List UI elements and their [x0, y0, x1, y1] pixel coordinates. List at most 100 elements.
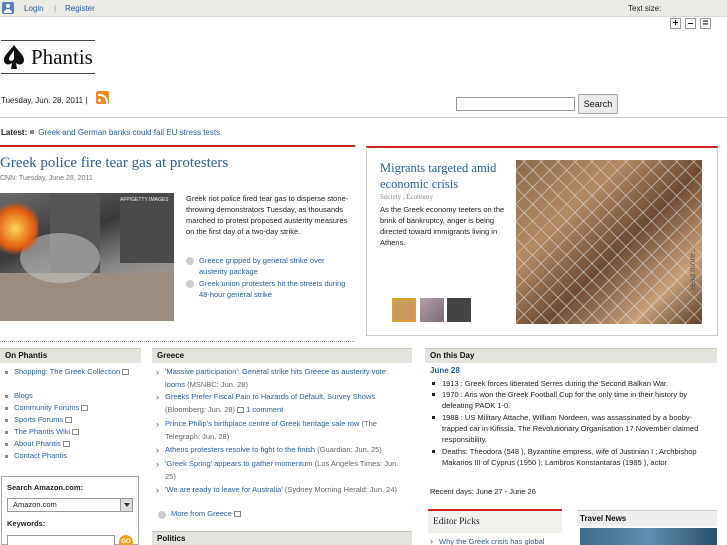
register-link[interactable]: Register	[65, 4, 95, 13]
politics-header: Politics	[152, 531, 412, 545]
latest-ticker: Latest: Greek and German banks could fail…	[1, 128, 220, 137]
related-link[interactable]: Greek union protesters hit the streets d…	[186, 278, 354, 300]
amazon-search-label: Search Amazon.com:	[7, 483, 83, 492]
photo-fence	[516, 160, 702, 324]
feature-thumbnail-1[interactable]	[392, 298, 416, 322]
sidebar-item-blogs[interactable]: Blogs	[5, 390, 141, 402]
lead-story-summary: Greek riot police fired tear gas to disp…	[186, 194, 349, 236]
news-item: 'Massive participation': General strike …	[156, 366, 401, 391]
travel-news-image[interactable]	[580, 528, 717, 545]
external-link-icon	[122, 369, 130, 376]
editor-pick-link[interactable]: Why the Greek crisis has global	[430, 536, 544, 545]
on-this-day-item: 1988 : US Military Attache, William Nord…	[430, 412, 712, 445]
photo-fire	[0, 201, 38, 256]
text-size-decrease-button[interactable]: –	[685, 18, 696, 29]
comments-link[interactable]: 1 comment	[246, 405, 283, 414]
external-link-icon	[233, 511, 241, 518]
site-logo[interactable]: Phantis	[1, 40, 95, 74]
sidebar-item-shopping[interactable]: Shopping: The Greek Collection	[5, 366, 141, 378]
lead-story-photo[interactable]: AFP/GETTY IMAGES	[0, 193, 174, 321]
travel-news-header: Travel News	[577, 510, 717, 526]
more-from-greece-link[interactable]: More from Greece	[158, 509, 241, 519]
logo-text: Phantis	[31, 45, 93, 69]
sidebar-item-label: Shopping: The Greek Collection	[14, 367, 121, 376]
read-more-link[interactable]: read more ...	[688, 245, 697, 290]
photo-street	[0, 273, 174, 321]
login-link[interactable]: Login	[24, 4, 44, 13]
news-link[interactable]: Greeks Prefer Fiscal Pain to Hazards of …	[165, 392, 375, 401]
news-item: 'Greek Spring' appears to gather momentu…	[156, 458, 401, 483]
greece-header: Greece	[152, 348, 412, 363]
latest-headline-link[interactable]: Greek and German banks could fail EU str…	[38, 128, 220, 137]
news-link[interactable]: 'We are ready to leave for Australia'	[165, 485, 283, 494]
comment-icon	[237, 406, 245, 413]
more-label: More from Greece	[171, 509, 232, 518]
text-size-reset-button[interactable]: =	[700, 18, 711, 29]
sidebar-item-community-forums[interactable]: Community Forums	[5, 402, 141, 414]
sidebar-item-label: About Phantis	[14, 439, 61, 448]
select-value: Amazon.com	[13, 500, 57, 509]
news-source: (Guardian: Jun. 25)	[315, 445, 382, 454]
on-this-day-item: Deaths: Theodora (548 ), Byzantine empre…	[430, 446, 712, 468]
sidebar-item-label: The Phantis Wiki	[14, 427, 71, 436]
current-date: Tuesday, Jun. 28, 2011 |	[1, 96, 88, 105]
news-source: (Bloomberg: Jun. 28)	[165, 404, 236, 414]
feature-thumbnail-3[interactable]	[447, 298, 471, 322]
news-source: (Sydney Morning Herald: Jun. 24)	[282, 485, 398, 494]
lead-story-title[interactable]: Greek police fire tear gas at protesters	[0, 155, 228, 172]
lead-story-source: CNN: Tuesday, June 28, 2011	[0, 175, 93, 182]
divider	[0, 117, 727, 118]
news-item: 'We are ready to leave for Australia' (S…	[156, 484, 401, 497]
news-link[interactable]: Prince Philip's birthplace centre of Gre…	[165, 419, 359, 428]
feature-summary: As the Greek economy teeters on the brin…	[380, 205, 505, 247]
news-source: (MSNBC: Jun. 28)	[185, 379, 248, 389]
on-this-day-item: 1913 : Greek forces liberated Serres dur…	[430, 378, 712, 389]
sidebar-item-sports-forums[interactable]: Sports Forums	[5, 414, 141, 426]
sidebar-item-contact[interactable]: Contact Phantis	[5, 450, 141, 462]
news-link[interactable]: 'Greek Spring' appears to gather momentu…	[165, 459, 313, 468]
keywords-label: Keywords:	[7, 519, 46, 528]
on-this-day-date[interactable]: June 28	[430, 366, 460, 375]
top-bar	[0, 0, 727, 17]
editor-picks-header: Editor Picks	[428, 509, 562, 533]
external-link-icon	[62, 441, 70, 448]
sidebar-item-label: Community Forums	[14, 403, 80, 412]
sidebar-item-wiki[interactable]: The Phantis Wiki	[5, 426, 141, 438]
on-phantis-header: On Phantis	[0, 348, 141, 363]
external-link-icon	[81, 405, 89, 412]
feature-category: Society , Economy	[380, 193, 434, 201]
news-item: Prince Philip's birthplace centre of Gre…	[156, 418, 401, 443]
lead-divider	[0, 145, 355, 147]
external-link-icon	[65, 417, 73, 424]
photo-credit: AFP/GETTY IMAGES	[120, 197, 169, 203]
external-link-icon	[72, 429, 80, 436]
keywords-input[interactable]	[7, 535, 115, 545]
separator: |	[54, 4, 57, 13]
bullet-icon	[30, 130, 35, 134]
on-this-day-header: On this Day	[425, 348, 717, 363]
on-this-day-item: 1970 : Aris won the Greek Football Cup f…	[430, 389, 712, 411]
text-size-increase-button[interactable]: +	[670, 18, 681, 29]
spade-logo-icon	[4, 45, 24, 69]
feature-title[interactable]: Migrants targeted amid economic crisis	[380, 160, 515, 192]
dotted-divider	[0, 341, 355, 342]
amazon-store-select[interactable]: Amazon.com	[7, 498, 133, 512]
sidebar-item-about[interactable]: About Phantis	[5, 438, 141, 450]
chevron-down-icon	[120, 499, 132, 511]
sidebar-item-label: Sports Forums	[14, 415, 64, 424]
news-link[interactable]: Athens protesters resolve to fight to th…	[165, 445, 315, 454]
go-button[interactable]: GO	[119, 535, 133, 545]
photo-building	[120, 193, 174, 263]
news-item: Athens protesters resolve to fight to th…	[156, 444, 401, 457]
search-input[interactable]	[456, 97, 575, 111]
rss-icon[interactable]	[96, 91, 109, 104]
feature-photo[interactable]	[516, 160, 702, 324]
news-item: Greeks Prefer Fiscal Pain to Hazards of …	[156, 391, 401, 416]
feature-thumbnail-2[interactable]	[420, 298, 444, 322]
search-button[interactable]: Search	[578, 94, 618, 114]
latest-label: Latest:	[1, 128, 28, 137]
recent-days: Recent days: June 27 - June 26	[430, 487, 536, 496]
related-link[interactable]: Greece gripped by general strike over au…	[186, 255, 354, 277]
text-size-label: Text size:	[628, 4, 662, 13]
user-icon	[2, 2, 14, 14]
